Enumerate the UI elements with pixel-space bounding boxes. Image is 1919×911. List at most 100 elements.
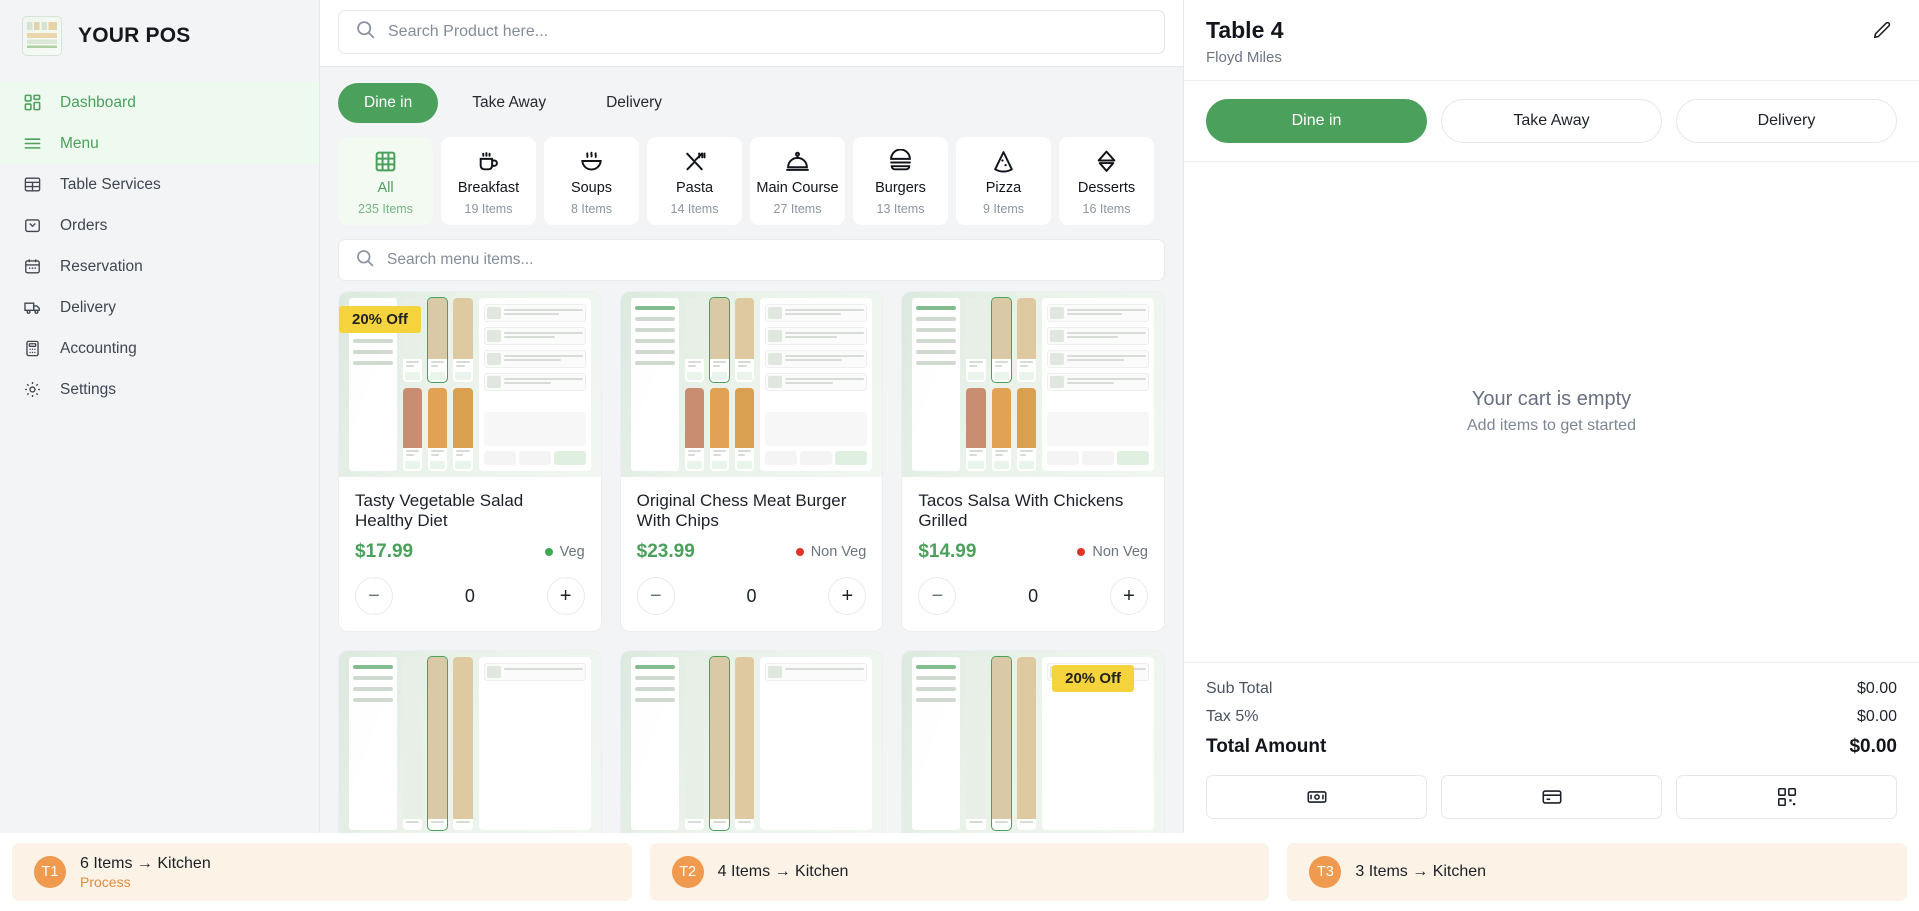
product-card[interactable]: Fresh Orange Juice With Basil Seed $11.9… (619, 650, 884, 833)
category-count: 13 Items (876, 201, 925, 216)
category-main-course[interactable]: Main Course 27 Items (750, 137, 845, 225)
discount-badge: 20% Off (1052, 665, 1134, 692)
diet-label: Non Veg (810, 544, 867, 560)
menu-search-box[interactable] (338, 239, 1165, 281)
sidebar-label-dashboard: Dashboard (60, 93, 136, 111)
sidebar-item-reservation[interactable]: Reservation (0, 246, 319, 287)
non-veg-dot-icon (1077, 548, 1086, 556)
diet-tag: Non Veg (1077, 544, 1148, 560)
card-payment-button[interactable] (1441, 775, 1662, 819)
diet-tag: Non Veg (795, 544, 867, 560)
mock-product-tiles (684, 297, 755, 471)
brand-name: YOUR POS (78, 24, 191, 47)
cart-order-type-take-away[interactable]: Take Away (1441, 98, 1662, 143)
sidebar-item-delivery[interactable]: Delivery (0, 287, 319, 328)
category-pizza[interactable]: Pizza 9 Items (956, 137, 1051, 225)
ice-cream-icon (1094, 146, 1119, 176)
cart-panel: Table 4 Floyd Miles Dine in Take Away De… (1183, 0, 1919, 833)
cart-order-type-tabs: Dine in Take Away Delivery (1184, 81, 1919, 162)
decrement-button[interactable]: − (918, 577, 957, 615)
mock-cart-panel (1041, 298, 1154, 471)
sidebar-item-settings[interactable]: Settings (0, 369, 319, 410)
order-type-delivery[interactable]: Delivery (580, 83, 688, 123)
category-count: 9 Items (983, 201, 1024, 216)
cart-header: Table 4 Floyd Miles (1184, 0, 1919, 81)
gear-icon (22, 380, 42, 400)
quantity-value: 0 (1028, 585, 1039, 606)
category-desserts[interactable]: Desserts 16 Items (1059, 137, 1154, 225)
category-name: Desserts (1077, 180, 1136, 197)
category-pasta[interactable]: Pasta 14 Items (647, 137, 742, 225)
non-veg-dot-icon (795, 548, 804, 556)
product-image (620, 651, 883, 833)
category-name: Pizza (985, 180, 1022, 197)
mock-sidebar (630, 298, 679, 471)
decrement-button[interactable]: − (355, 577, 393, 615)
product-card[interactable]: 20% Off Original (901, 650, 1165, 833)
product-card[interactable]: Fresh Salad Bowl With Tuna $12.99 Non Ve… (338, 650, 602, 833)
product-title: Tacos Salsa With Chickens Grilled (918, 491, 1124, 530)
category-soups[interactable]: Soups 8 Items (544, 137, 639, 225)
decrement-button[interactable]: − (636, 577, 675, 615)
category-breakfast[interactable]: Breakfast 19 Items (441, 137, 536, 225)
category-count: 19 Items (464, 201, 513, 216)
tax-label: Tax 5% (1206, 708, 1259, 725)
product-price: $17.99 (355, 541, 414, 562)
sidebar-item-accounting[interactable]: Accounting (0, 328, 319, 369)
cart-order-type-delivery[interactable]: Delivery (1676, 98, 1897, 143)
table-items-destination: 4 Items → Kitchen (717, 863, 849, 880)
product-card[interactable]: 20% Off Tasty Vegetable Salad Healthy Di… (338, 291, 602, 632)
search-input[interactable] (388, 23, 1148, 41)
quantity-value: 0 (464, 585, 475, 606)
increment-button[interactable]: + (1109, 577, 1148, 615)
increment-button[interactable]: + (828, 577, 867, 615)
subtotal-label: Sub Total (1206, 680, 1273, 697)
table-status-t3[interactable]: T3 3 Items → Kitchen (1287, 843, 1908, 901)
search-icon (355, 248, 375, 273)
product-info: Original Chess Meat Burger With Chips $2… (621, 477, 883, 631)
order-type-take-away[interactable]: Take Away (446, 83, 572, 123)
category-all[interactable]: All 235 Items (338, 137, 433, 225)
customer-name: Floyd Miles (1206, 48, 1282, 66)
sidebar-item-table-services[interactable]: Table Services (0, 164, 319, 205)
sidebar-item-dashboard[interactable]: Dashboard (0, 82, 319, 123)
menu-search-bar (320, 237, 1183, 291)
quantity-value: 0 (746, 585, 757, 606)
grid-all-icon (373, 146, 398, 176)
veg-dot-icon (544, 548, 553, 556)
cash-payment-button[interactable] (1206, 775, 1427, 819)
menu-card-logo-icon (22, 16, 62, 56)
sidebar-nav: Dashboard Menu Table Services Orders Res… (0, 78, 319, 410)
table-status-t2[interactable]: T2 4 Items → Kitchen (649, 843, 1270, 901)
table-status-t1[interactable]: T1 6 Items → Kitchen Process (12, 843, 632, 901)
product-image: 20% Off (339, 292, 601, 477)
cart-title-block: Table 4 Floyd Miles (1206, 16, 1284, 66)
top-search-bar (320, 0, 1183, 67)
sidebar-item-orders[interactable]: Orders (0, 205, 319, 246)
table-status-bar: T1 6 Items → Kitchen Process T2 4 Items … (0, 833, 1919, 911)
category-burgers[interactable]: Burgers 13 Items (853, 137, 948, 225)
category-count: 16 Items (1082, 201, 1131, 216)
category-count: 8 Items (571, 201, 612, 216)
product-card[interactable]: Tacos Salsa With Chickens Grilled $14.99… (901, 291, 1165, 632)
cart-order-type-dine-in[interactable]: Dine in (1206, 98, 1427, 143)
sidebar-item-menu[interactable]: Menu (0, 123, 319, 164)
menu-search-input[interactable] (387, 251, 1148, 269)
credit-card-icon (1541, 786, 1563, 808)
soup-bowl-icon (579, 146, 604, 176)
qr-payment-button[interactable] (1676, 775, 1897, 819)
pizza-slice-icon (991, 146, 1016, 176)
category-list: All 235 Items Breakfast 19 Items Soups 8… (320, 133, 1183, 237)
pencil-edit-icon[interactable] (1867, 16, 1897, 46)
cloche-dome-icon (785, 146, 810, 176)
product-card[interactable]: Original Chess Meat Burger With Chips $2… (619, 291, 884, 632)
product-image (620, 292, 883, 477)
main-area: YOUR POS Dashboard Menu Table Services O… (0, 0, 1919, 833)
bag-orders-icon (22, 216, 42, 236)
quantity-stepper: − 0 + (355, 573, 585, 615)
diet-label: Non Veg (1092, 544, 1148, 560)
category-name: Pasta (675, 180, 714, 197)
order-type-dine-in[interactable]: Dine in (338, 83, 439, 123)
increment-button[interactable]: + (546, 577, 585, 615)
product-search-box[interactable] (338, 10, 1165, 54)
